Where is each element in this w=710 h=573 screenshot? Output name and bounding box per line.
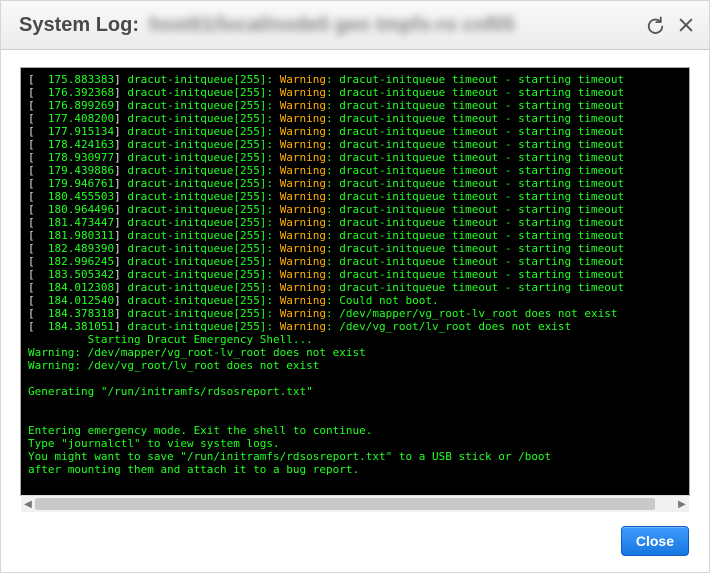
dialog-footer: Close bbox=[1, 512, 709, 572]
scroll-thumb[interactable] bbox=[35, 498, 655, 510]
dialog-title: System Log: bbox=[19, 14, 139, 37]
dialog-body: [ 175.883383] dracut-initqueue[255]: War… bbox=[1, 50, 709, 495]
titlebar-actions bbox=[643, 14, 697, 36]
scroll-right-icon[interactable]: ▶ bbox=[675, 496, 689, 512]
terminal-wrapper: [ 175.883383] dracut-initqueue[255]: War… bbox=[21, 68, 689, 495]
dialog-title-detail: host01/local/node0 gen tmpfs-ro cnf05 bbox=[149, 14, 643, 37]
system-log-dialog: System Log: host01/local/node0 gen tmpfs… bbox=[0, 0, 710, 573]
terminal-output[interactable]: [ 175.883383] dracut-initqueue[255]: War… bbox=[22, 69, 688, 494]
close-icon[interactable] bbox=[675, 14, 697, 36]
titlebar: System Log: host01/local/node0 gen tmpfs… bbox=[1, 1, 709, 50]
close-button[interactable]: Close bbox=[621, 526, 689, 556]
terminal-text: [ 175.883383] dracut-initqueue[255]: War… bbox=[22, 69, 688, 494]
scroll-left-icon[interactable]: ◀ bbox=[21, 496, 35, 512]
refresh-icon[interactable] bbox=[643, 14, 665, 36]
horizontal-scrollbar[interactable]: ◀ ▶ bbox=[21, 495, 689, 512]
